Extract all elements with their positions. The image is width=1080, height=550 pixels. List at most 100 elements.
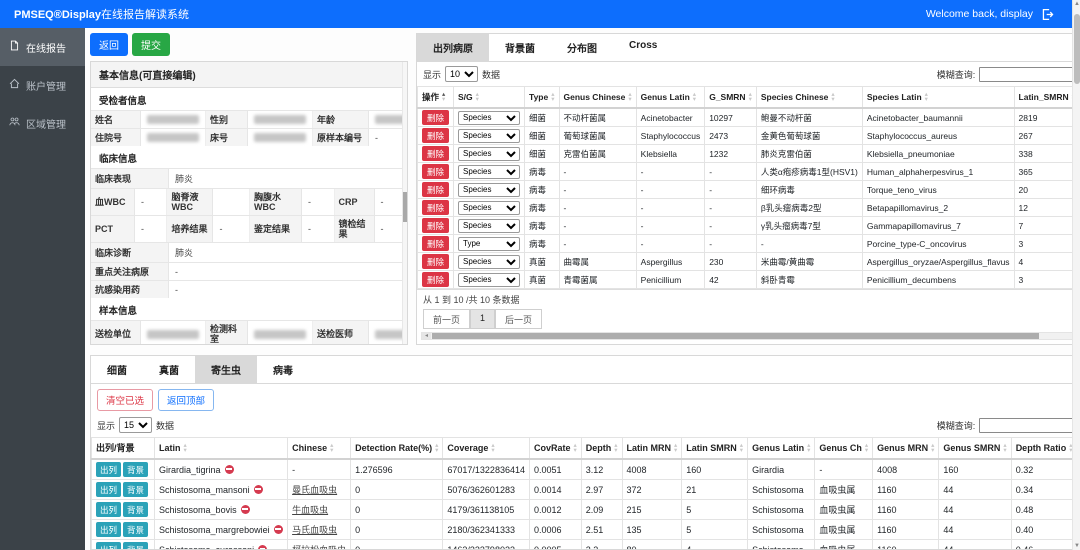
- col-header[interactable]: Genus Latin▴▾: [636, 87, 705, 109]
- remove-icon[interactable]: [274, 525, 283, 534]
- field-value[interactable]: [248, 321, 313, 345]
- parasite-tab-1[interactable]: 真菌: [143, 356, 195, 383]
- bg-button[interactable]: 背景: [123, 502, 148, 517]
- sg-select[interactable]: Species: [458, 273, 520, 287]
- field-value[interactable]: [213, 189, 250, 215]
- bg-button[interactable]: 背景: [123, 482, 148, 497]
- pathogen-tab-1[interactable]: 背景菌: [489, 34, 551, 61]
- field-value[interactable]: -: [135, 216, 167, 242]
- parasite-search-input[interactable]: [979, 418, 1080, 433]
- col-header[interactable]: Genus MRN▴▾: [873, 438, 939, 460]
- delete-button[interactable]: 删除: [422, 110, 449, 125]
- page-number-button[interactable]: 1: [470, 309, 495, 329]
- scrollbar-thumb[interactable]: [432, 333, 1039, 339]
- remove-icon[interactable]: [241, 505, 250, 514]
- sidebar-item-region-mgmt[interactable]: 区域管理: [0, 104, 85, 142]
- sg-select[interactable]: Species: [458, 201, 520, 215]
- prev-page-button[interactable]: 前一页: [423, 309, 470, 329]
- parasite-tab-3[interactable]: 病毒: [257, 356, 309, 383]
- col-header[interactable]: CovRate▴▾: [529, 438, 581, 460]
- scrollbar-thumb[interactable]: [1074, 14, 1080, 84]
- bg-button[interactable]: 背景: [123, 522, 148, 537]
- scroll-up-arrow[interactable]: ▲: [1073, 1, 1080, 7]
- page-scrollbar[interactable]: ▲ ▼: [1072, 0, 1080, 550]
- field-value[interactable]: -: [169, 281, 407, 298]
- delete-button[interactable]: 删除: [422, 182, 449, 197]
- scroll-down-arrow[interactable]: ▼: [1073, 543, 1080, 549]
- delete-button[interactable]: 删除: [422, 254, 449, 269]
- col-header[interactable]: Species Latin▴▾: [862, 87, 1014, 109]
- chinese-name-link[interactable]: 马氏血吸虫: [292, 525, 337, 535]
- pathogen-tab-0[interactable]: 出列病原: [417, 34, 489, 61]
- sg-select[interactable]: Species: [458, 147, 520, 161]
- sg-select[interactable]: Species: [458, 129, 520, 143]
- field-value[interactable]: -: [213, 216, 250, 242]
- col-header[interactable]: Depth Ratio▴▾: [1011, 438, 1077, 460]
- sg-select[interactable]: Species: [458, 183, 520, 197]
- col-header[interactable]: Latin SMRN▴▾: [682, 438, 748, 460]
- out-button[interactable]: 出列: [96, 522, 121, 537]
- sidebar-item-online-report[interactable]: 在线报告: [0, 28, 85, 66]
- sg-select[interactable]: Species: [458, 165, 520, 179]
- chinese-name-link[interactable]: 曼氏血吸虫: [292, 485, 337, 495]
- delete-button[interactable]: 删除: [422, 236, 449, 251]
- col-header[interactable]: Species Chinese▴▾: [756, 87, 862, 109]
- basic-info-scrollbar[interactable]: [402, 62, 408, 344]
- col-header[interactable]: Type▴▾: [525, 87, 559, 109]
- remove-icon[interactable]: [254, 485, 263, 494]
- sidebar-item-account-mgmt[interactable]: 账户管理: [0, 66, 85, 104]
- clear-selected-button[interactable]: 清空已选: [97, 389, 153, 411]
- parasite-tab-0[interactable]: 细菌: [91, 356, 143, 383]
- out-button[interactable]: 出列: [96, 542, 121, 550]
- field-value[interactable]: [248, 129, 313, 146]
- delete-button[interactable]: 删除: [422, 200, 449, 215]
- field-value[interactable]: 肺炎: [169, 169, 407, 188]
- sg-select[interactable]: Species: [458, 255, 520, 269]
- delete-button[interactable]: 删除: [422, 146, 449, 161]
- pathogen-search-input[interactable]: [979, 67, 1080, 82]
- col-header[interactable]: 出列/背景: [92, 438, 155, 460]
- remove-icon[interactable]: [225, 465, 234, 474]
- field-value[interactable]: [141, 129, 206, 146]
- chinese-name-link[interactable]: 柯拉松血吸虫: [292, 545, 346, 550]
- sg-select[interactable]: Type: [458, 237, 520, 251]
- chinese-name-link[interactable]: 牛血吸虫: [292, 505, 328, 515]
- bg-button[interactable]: 背景: [123, 542, 148, 550]
- col-header[interactable]: Depth▴▾: [581, 438, 622, 460]
- pathogen-tab-3[interactable]: Cross: [613, 34, 673, 61]
- field-value[interactable]: -: [302, 216, 334, 242]
- next-page-button[interactable]: 后一页: [495, 309, 542, 329]
- out-button[interactable]: 出列: [96, 462, 121, 477]
- col-header[interactable]: Genus Latin▴▾: [748, 438, 815, 460]
- col-header[interactable]: S/G▴▾: [454, 87, 525, 109]
- pathogen-tab-2[interactable]: 分布图: [551, 34, 613, 61]
- delete-button[interactable]: 删除: [422, 128, 449, 143]
- field-value[interactable]: 肺炎: [169, 243, 407, 262]
- logout-icon[interactable]: [1041, 8, 1054, 21]
- col-header[interactable]: Chinese▴▾: [288, 438, 351, 460]
- parasite-page-size-select[interactable]: 15: [119, 417, 152, 433]
- delete-button[interactable]: 删除: [422, 218, 449, 233]
- col-header[interactable]: Latin▴▾: [155, 438, 288, 460]
- field-value[interactable]: [141, 321, 206, 345]
- bg-button[interactable]: 背景: [123, 462, 148, 477]
- pathogen-page-size-select[interactable]: 10: [445, 66, 478, 82]
- delete-button[interactable]: 删除: [422, 272, 449, 287]
- field-value[interactable]: -: [302, 189, 334, 215]
- delete-button[interactable]: 删除: [422, 164, 449, 179]
- col-header[interactable]: Genus SMRN▴▾: [939, 438, 1011, 460]
- out-button[interactable]: 出列: [96, 502, 121, 517]
- pathogen-hscrollbar[interactable]: ◂: [421, 332, 1080, 340]
- out-button[interactable]: 出列: [96, 482, 121, 497]
- submit-button[interactable]: 提交: [132, 33, 170, 56]
- parasite-tab-2[interactable]: 寄生虫: [195, 356, 257, 383]
- field-value[interactable]: -: [169, 263, 407, 280]
- back-to-top-button[interactable]: 返回顶部: [158, 389, 214, 411]
- sg-select[interactable]: Species: [458, 111, 520, 125]
- back-button[interactable]: 返回: [90, 33, 128, 56]
- col-header[interactable]: Latin_SMRN▴▾: [1014, 87, 1079, 109]
- col-header[interactable]: Genus Chinese▴▾: [559, 87, 636, 109]
- col-header[interactable]: 操作▴▾: [418, 87, 454, 109]
- col-header[interactable]: Coverage▴▾: [443, 438, 530, 460]
- col-header[interactable]: Detection Rate(%)▴▾: [351, 438, 443, 460]
